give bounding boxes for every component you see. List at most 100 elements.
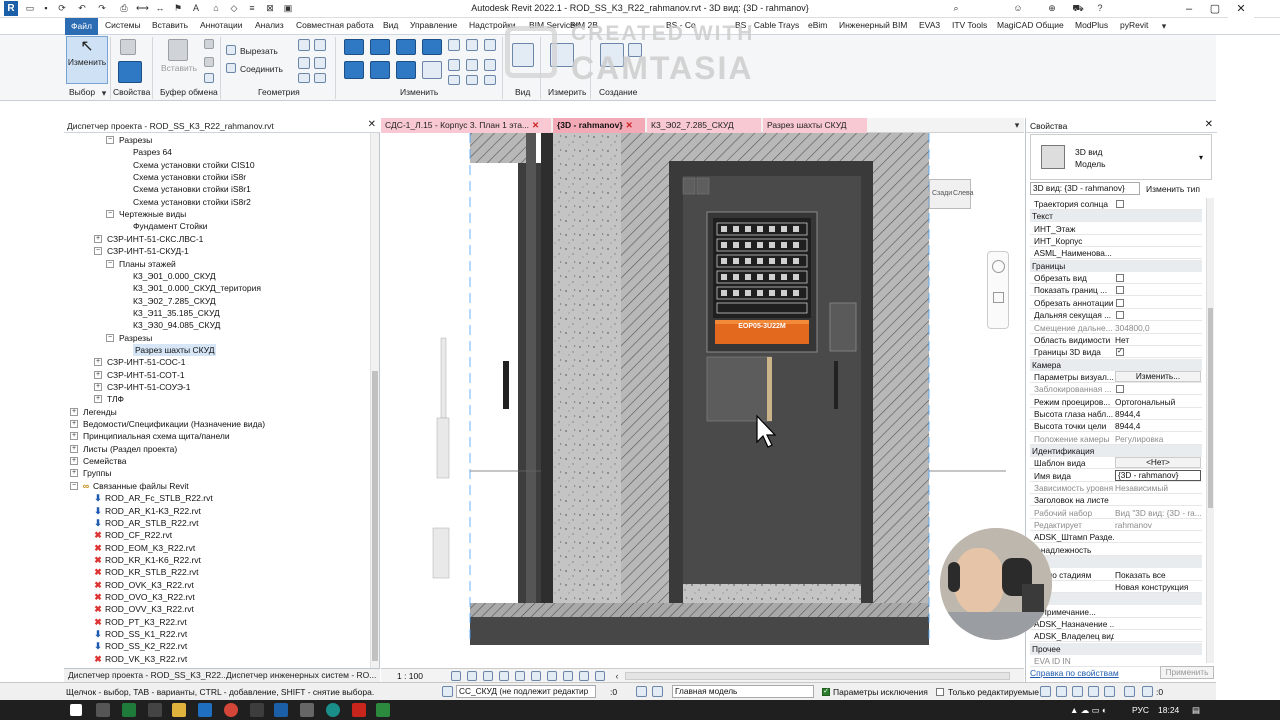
side-box[interactable]: [829, 302, 857, 352]
sun-path-icon[interactable]: [483, 671, 493, 681]
browser-item[interactable]: ✖ ROD_VK_K3_R22.rvt: [64, 653, 369, 665]
help-icon[interactable]: ?: [1094, 2, 1106, 14]
tab-modplus[interactable]: ModPlus: [1075, 20, 1108, 30]
instance-selector[interactable]: 3D вид: {3D - rahmanov}: [1030, 182, 1140, 195]
browser-item[interactable]: Схема установки стойки CIS10: [64, 159, 369, 171]
property-row[interactable]: Параметры визуал... Изменить...: [1030, 370, 1202, 383]
property-row[interactable]: Заблокированная ...: [1030, 383, 1202, 396]
select-pinned-icon[interactable]: [1072, 686, 1083, 697]
property-row[interactable]: ...надлежность: [1030, 544, 1202, 556]
browser-item[interactable]: + Легенды: [64, 406, 369, 418]
browser-item[interactable]: ✖ ROD_KR_K1-K6_R22.rvt: [64, 554, 369, 566]
tabs-menu-icon[interactable]: ▾: [1011, 119, 1023, 131]
notification-icon[interactable]: ▤: [1192, 705, 1200, 716]
collapse-icon[interactable]: −: [106, 259, 114, 268]
property-row[interactable]: Новая конструкция: [1030, 581, 1202, 593]
redo-icon[interactable]: ↷: [96, 2, 108, 14]
cut-label[interactable]: Вырезать: [240, 46, 278, 56]
expand-icon[interactable]: +: [94, 358, 102, 367]
property-row[interactable]: ASML_Наименова...: [1030, 247, 1202, 260]
apply-button[interactable]: Применить: [1160, 666, 1214, 679]
tab-view[interactable]: Вид: [383, 20, 398, 30]
property-section[interactable]: Границы: [1030, 259, 1202, 272]
scale-label[interactable]: 1 : 100: [397, 671, 423, 681]
browser-scrollbar[interactable]: [370, 133, 379, 668]
property-row[interactable]: Обрезать аннотации: [1030, 297, 1202, 309]
browser-item[interactable]: К3_Э01_0.000_СКУД: [64, 270, 369, 282]
browser-item[interactable]: − Чертежные виды: [64, 208, 369, 220]
property-row[interactable]: Дальняя секущая ...: [1030, 309, 1202, 322]
close-icon[interactable]: ✕: [626, 120, 633, 130]
tab-ebim[interactable]: eBim: [808, 20, 827, 30]
browser-item[interactable]: + СЗР-ИНТ-51-СКС.ЛВС-1: [64, 233, 369, 245]
property-row[interactable]: Смещение дальне... 304800,0: [1030, 322, 1202, 334]
select-links-icon[interactable]: [1040, 686, 1051, 697]
minimize-button[interactable]: –: [1176, 0, 1202, 18]
collapse-icon[interactable]: −: [94, 247, 102, 256]
close-button[interactable]: ✕: [1228, 0, 1254, 18]
copy-element-icon[interactable]: [370, 61, 390, 79]
expand-icon[interactable]: +: [70, 432, 78, 441]
scale-icon[interactable]: [466, 59, 478, 71]
browser-item[interactable]: Фундамент Стойки: [64, 220, 369, 232]
type-properties-icon[interactable]: [120, 39, 136, 55]
property-row[interactable]: ИНТ_Этаж: [1030, 223, 1202, 235]
text-icon[interactable]: A: [190, 2, 202, 14]
property-row[interactable]: Обрезать вид: [1030, 272, 1202, 285]
browser-item[interactable]: ✖ ROD_CF_R22.rvt: [64, 529, 369, 541]
horizontal-scrollbar[interactable]: [625, 672, 1010, 680]
save-icon[interactable]: ▪: [40, 2, 52, 14]
property-row[interactable]: ADSK_Штамп Разде...: [1030, 531, 1202, 544]
close-icon[interactable]: ✕: [1205, 119, 1213, 130]
browser-item[interactable]: ⬇ ROD_SS_K1_R22.rvt: [64, 628, 369, 640]
excel-icon[interactable]: [122, 703, 136, 717]
browser-item[interactable]: + Группы: [64, 467, 369, 479]
browser-item[interactable]: + СЗР-ИНТ-51-СОУЭ-1: [64, 381, 369, 393]
editing-requests-count[interactable]: :0: [610, 687, 617, 697]
select-dropdown-icon[interactable]: ▾: [98, 87, 110, 99]
tab-collaborate[interactable]: Совместная работа: [296, 20, 374, 30]
cut-geometry-icon[interactable]: [226, 45, 236, 55]
property-row[interactable]: ...Примечание...: [1030, 606, 1202, 618]
tab-systems[interactable]: Системы: [105, 20, 141, 30]
windows-start-icon[interactable]: [70, 704, 82, 716]
reveal-hidden-icon[interactable]: [579, 671, 589, 681]
tab-analyze[interactable]: Анализ: [255, 20, 284, 30]
browser-item[interactable]: ✖ ROD_OVK_K3_R22.rvt: [64, 579, 369, 591]
scroll-left-icon[interactable]: ‹: [611, 670, 623, 682]
expand-icon[interactable]: +: [94, 395, 102, 404]
cart-icon[interactable]: ⛟: [1072, 2, 1084, 14]
browser-item[interactable]: + Семейства: [64, 455, 369, 467]
copy-icon[interactable]: [204, 57, 214, 67]
user-icon[interactable]: ☺: [1012, 2, 1024, 14]
browser-item[interactable]: ✖ ROD_OVO_K3_R22.rvt: [64, 591, 369, 603]
viewcube-back[interactable]: Сзади: [932, 190, 952, 197]
property-row[interactable]: Заголовок на листе: [1030, 494, 1202, 507]
browser-item[interactable]: + ТЛФ: [64, 393, 369, 405]
property-row[interactable]: ADSK_Назначение ...: [1030, 618, 1202, 630]
ribbon-options-icon[interactable]: ▾: [1158, 20, 1170, 32]
property-value-input[interactable]: {3D - rahmanov}: [1115, 469, 1201, 481]
tab-annotate[interactable]: Аннотации: [200, 20, 243, 30]
undo-icon[interactable]: ↶: [76, 2, 88, 14]
expand-icon[interactable]: +: [70, 469, 78, 478]
browser-item[interactable]: + СЗР-ИНТ-51-СОС-1: [64, 356, 369, 368]
browser-item[interactable]: ✖ ROD_OVV_K3_R22.rvt: [64, 603, 369, 615]
mirror-axis-icon[interactable]: [396, 39, 416, 55]
drag-elements-icon[interactable]: [1104, 686, 1115, 697]
expand-icon[interactable]: +: [70, 420, 78, 429]
panel-box[interactable]: [706, 356, 772, 422]
filter-icon[interactable]: [1142, 686, 1153, 697]
browser-item[interactable]: ⬇ ROD_AR_Fc_STLB_R22.rvt: [64, 492, 369, 504]
property-row[interactable]: Имя вида {3D - rahmanov}: [1030, 469, 1202, 482]
split-gap-icon[interactable]: [466, 39, 478, 51]
browser-item[interactable]: К3_Э02_7.285_СКУД: [64, 295, 369, 307]
3d-view-icon[interactable]: ⌂: [210, 2, 222, 14]
property-row[interactable]: Область видимости Нет: [1030, 334, 1202, 346]
select-face-icon[interactable]: [1088, 686, 1099, 697]
scrollbar-thumb[interactable]: [372, 371, 378, 661]
close-hidden-icon[interactable]: ⊠: [264, 2, 276, 14]
explorer-icon[interactable]: [172, 703, 186, 717]
active-workset-select[interactable]: СС_СКУД (не подлежит редактир: [456, 685, 596, 698]
collapse-icon[interactable]: −: [70, 481, 78, 490]
